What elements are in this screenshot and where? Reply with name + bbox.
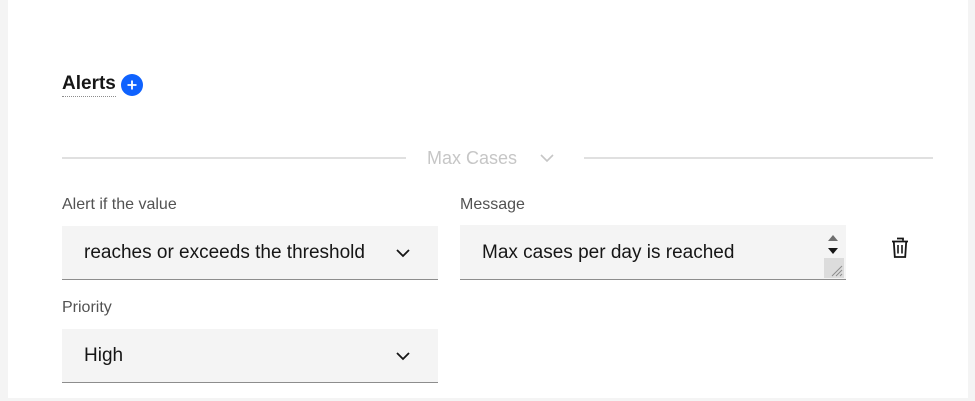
section-label: Max Cases xyxy=(427,148,518,168)
divider-line-left xyxy=(62,157,406,159)
message-textarea[interactable]: Max cases per day is reached xyxy=(460,225,846,280)
message-value: Max cases per day is reached xyxy=(482,242,735,263)
delete-alert-button[interactable] xyxy=(888,236,912,260)
chevron-down-icon xyxy=(393,248,413,258)
condition-select[interactable]: reaches or exceeds the threshold xyxy=(62,226,438,280)
resize-handle-icon[interactable] xyxy=(824,258,844,278)
priority-select[interactable]: High xyxy=(62,329,438,383)
scroll-down-arrow-icon[interactable] xyxy=(826,243,840,254)
priority-select-value: High xyxy=(84,344,124,366)
alerts-panel: Alerts Max Cases Alert if the value reac… xyxy=(8,0,968,398)
section-divider: Max Cases xyxy=(62,146,933,170)
divider-line-right xyxy=(584,157,933,159)
section-toggle[interactable]: Max Cases xyxy=(427,146,555,170)
scroll-up-arrow-icon[interactable] xyxy=(826,230,840,241)
trash-icon xyxy=(892,237,908,258)
condition-select-value: reaches or exceeds the threshold xyxy=(84,241,365,263)
alerts-header: Alerts xyxy=(62,73,143,97)
add-alert-button[interactable] xyxy=(120,74,143,96)
condition-label: Alert if the value xyxy=(62,196,177,213)
priority-label: Priority xyxy=(62,299,112,316)
chevron-down-icon xyxy=(539,153,555,163)
chevron-down-icon xyxy=(393,351,413,361)
message-label: Message xyxy=(460,196,525,213)
add-icon xyxy=(127,80,137,90)
alerts-title[interactable]: Alerts xyxy=(62,73,116,97)
